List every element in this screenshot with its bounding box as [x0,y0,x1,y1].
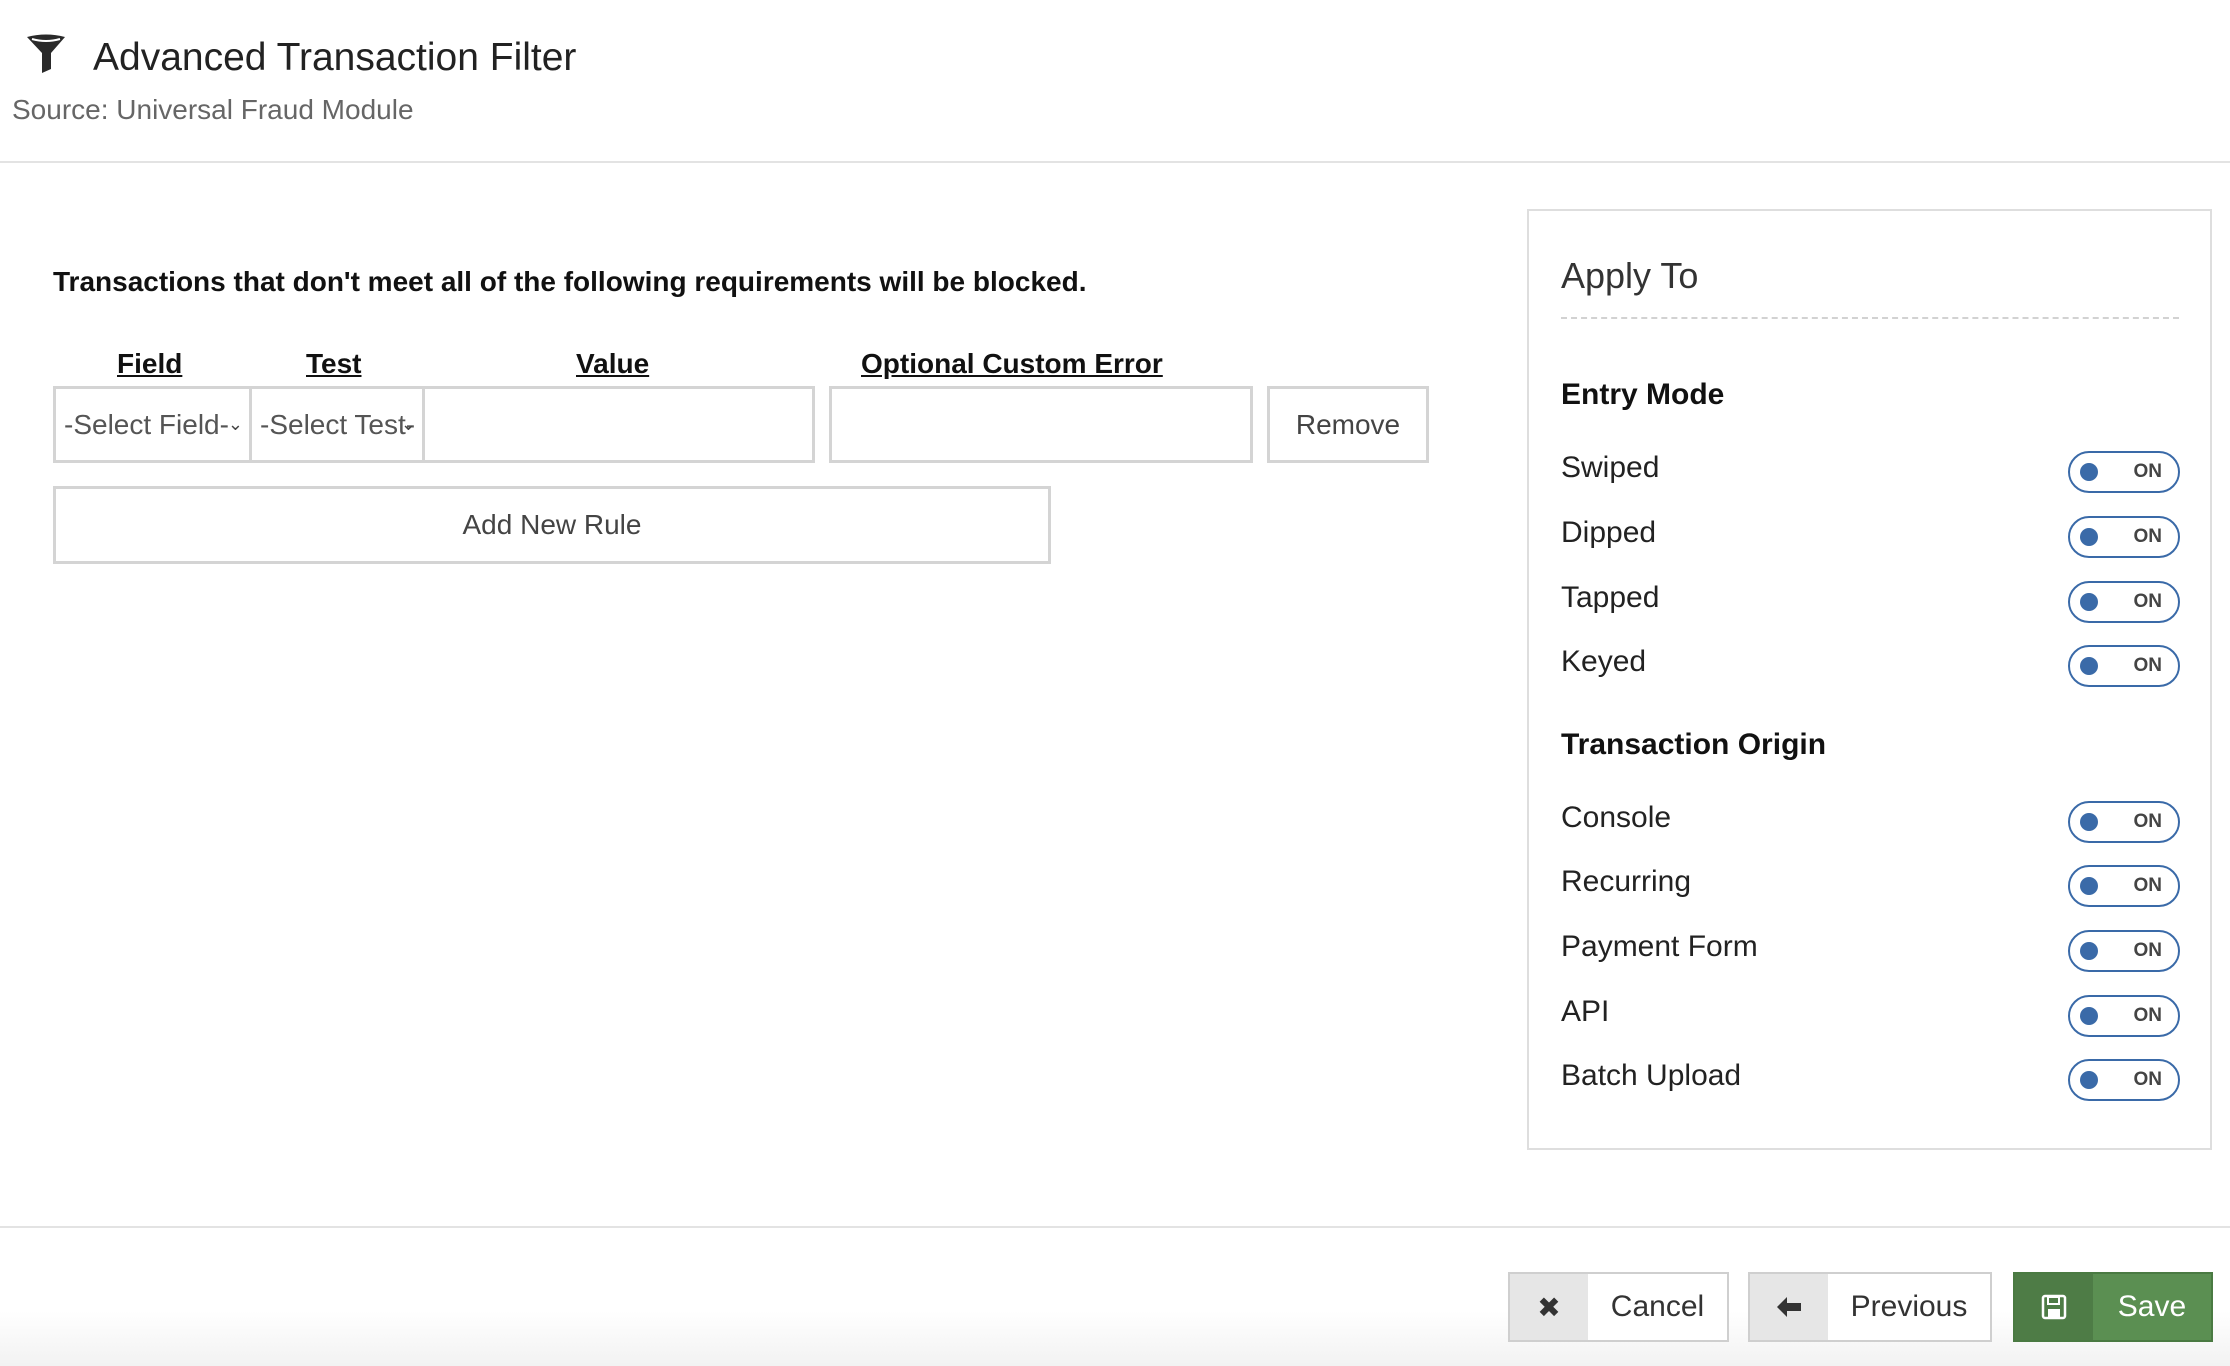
field-select[interactable]: -Select Field- ⌄ [53,386,252,463]
rules-instructions: Transactions that don't meet all of the … [53,266,1087,297]
filter-icon [27,34,65,73]
save-icon [2015,1274,2093,1340]
column-header-value: Value [576,348,650,379]
toggle-state: ON [2133,526,2163,547]
save-button[interactable]: Save [2013,1272,2213,1342]
page-title: Advanced Transaction Filter [93,36,577,79]
close-icon: ✖ [1510,1274,1588,1340]
option-label-payment-form: Payment Form [1561,930,1758,963]
option-label-console: Console [1561,801,1672,834]
save-button-label: Save [2117,1290,2187,1323]
test-select-value: -Select Test- [260,409,416,440]
arrow-left-icon [1750,1274,1828,1340]
toggle-state: ON [2133,940,2163,961]
option-label-recurring: Recurring [1561,865,1692,898]
option-label-keyed: Keyed [1561,645,1647,678]
custom-error-input[interactable] [829,386,1253,463]
option-label-swiped: Swiped [1561,451,1660,484]
toggle-knob [2080,463,2098,481]
toggle-knob [2080,877,2098,895]
toggle-dipped[interactable]: ON [2068,516,2180,558]
toggle-state: ON [2133,591,2163,612]
option-label-tapped: Tapped [1561,581,1660,614]
field-select-value: -Select Field- [64,409,229,440]
toggle-knob [2080,1007,2098,1025]
toggle-knob [2080,657,2098,675]
toggle-console[interactable]: ON [2068,801,2180,843]
toggle-payment-form[interactable]: ON [2068,930,2180,972]
toggle-state: ON [2133,811,2163,832]
page-header: Advanced Transaction Filter Source: Univ… [0,0,2230,163]
footer-divider [0,1226,2230,1228]
toggle-keyed[interactable]: ON [2068,645,2180,687]
cancel-button[interactable]: ✖ Cancel [1508,1272,1729,1342]
toggle-knob [2080,528,2098,546]
toggle-state: ON [2133,875,2163,896]
option-label-dipped: Dipped [1561,516,1657,549]
option-label-batch-upload: Batch Upload [1561,1059,1742,1092]
toggle-batch-upload[interactable]: ON [2068,1059,2180,1101]
cancel-button-label: Cancel [1610,1290,1705,1323]
apply-to-title: Apply To [1561,255,1699,296]
value-input[interactable] [422,386,815,463]
column-header-field: Field [117,348,183,379]
toggle-knob [2080,1071,2098,1089]
chevron-down-icon: ⌄ [400,414,416,434]
add-new-rule-button[interactable]: Add New Rule [53,486,1051,564]
toggle-knob [2080,813,2098,831]
transaction-origin-heading: Transaction Origin [1561,728,1827,761]
toggle-knob [2080,593,2098,611]
previous-button[interactable]: Previous [1748,1272,1992,1342]
toggle-state: ON [2133,1005,2163,1026]
toggle-tapped[interactable]: ON [2068,581,2180,623]
toggle-state: ON [2133,1069,2163,1090]
option-label-api: API [1561,995,1610,1028]
toggle-recurring[interactable]: ON [2068,865,2180,907]
apply-to-panel: Apply To Entry Mode Swiped ON Dipped ON … [1527,209,2212,1150]
toggle-swiped[interactable]: ON [2068,451,2180,493]
test-select[interactable]: -Select Test- ⌄ [249,386,425,463]
page-subtitle: Source: Universal Fraud Module [12,94,414,125]
toggle-state: ON [2133,655,2163,676]
toggle-state: ON [2133,461,2163,482]
panel-divider [1561,317,2179,319]
column-header-test: Test [306,348,362,379]
previous-button-label: Previous [1850,1290,1968,1323]
chevron-down-icon: ⌄ [227,414,243,434]
entry-mode-heading: Entry Mode [1561,378,1725,411]
remove-rule-button[interactable]: Remove [1267,386,1429,463]
toggle-api[interactable]: ON [2068,995,2180,1037]
toggle-knob [2080,942,2098,960]
column-header-custom-error: Optional Custom Error [861,348,1163,379]
